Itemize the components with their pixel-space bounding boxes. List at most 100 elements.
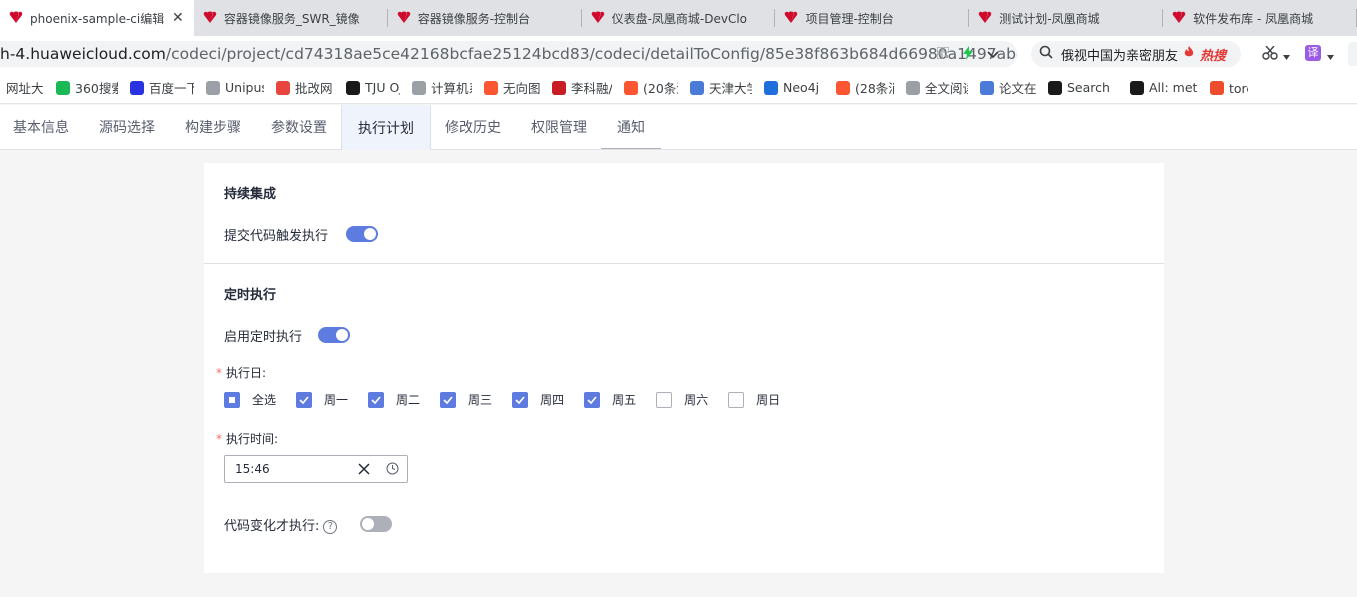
bookmark-label: 网址大全 <box>6 81 44 96</box>
browser-tab-title: 软件发布库 - 凤凰商城 <box>1193 11 1314 26</box>
qr-code-icon[interactable] <box>936 46 950 63</box>
url-path: /codeci/project/cd74318ae5ce42168bcfae25… <box>165 45 1017 63</box>
day-checkbox-7[interactable]: 周日 <box>728 391 780 408</box>
tab-1[interactable]: 源码选择 <box>83 105 171 149</box>
checkbox-box[interactable] <box>512 391 529 408</box>
toolbar-overflow[interactable] <box>1348 42 1357 66</box>
browser-tab[interactable]: 测试计划-凤凰商城 <box>969 0 1164 36</box>
tab-3[interactable]: 参数设置 <box>255 105 343 149</box>
commit-trigger-label: 提交代码触发执行 <box>224 229 329 244</box>
bookmark-item[interactable]: Search <box>1042 76 1124 100</box>
browser-tab[interactable]: 容器镜像服务_SWR_镜像 <box>194 0 388 36</box>
u-icon <box>980 80 994 95</box>
help-icon[interactable]: ? <box>323 519 338 534</box>
checkbox-box[interactable] <box>368 391 385 408</box>
tab-0[interactable]: 基本信息 <box>0 105 85 149</box>
bookmark-item[interactable]: 全文阅读 <box>900 76 974 100</box>
checkbox-box[interactable] <box>224 391 240 408</box>
check-icon <box>515 395 525 404</box>
browser-tab[interactable]: 容器镜像服务-控制台 <box>388 0 582 36</box>
doc-icon <box>906 80 920 95</box>
tab-6[interactable]: 权限管理 <box>515 105 603 149</box>
bookmark-item[interactable]: (28条消 <box>830 76 900 100</box>
day-checkbox-5[interactable]: 周五 <box>584 391 636 408</box>
checkbox-box[interactable] <box>656 391 673 408</box>
bookmark-label: Unipus <box>225 80 264 95</box>
bookmark-label: torch官 <box>1229 81 1248 96</box>
clear-icon[interactable] <box>357 462 371 476</box>
browser-tab-title: 容器镜像服务-控制台 <box>417 11 531 26</box>
address-bar[interactable]: h-4.huaweicloud.com/codeci/project/cd743… <box>0 41 1017 67</box>
day-checkbox-1[interactable]: 周一 <box>296 391 348 408</box>
huawei-logo-icon <box>396 11 412 25</box>
check-icon <box>299 395 309 404</box>
bookmark-label: 计算机系 <box>431 81 472 96</box>
bookmark-item[interactable]: 360搜索 <box>50 76 124 100</box>
bookmark-item[interactable]: All: metr <box>1124 76 1204 100</box>
bookmark-label: 无向图的 <box>503 81 540 96</box>
time-picker-input[interactable]: 15:46 <box>224 455 408 483</box>
bookmark-item[interactable]: 百度一下 <box>124 76 200 100</box>
github-icon <box>1048 80 1062 95</box>
bookmark-label: 批改网 <box>295 81 333 96</box>
close-icon[interactable]: ✕ <box>170 10 186 26</box>
chevron-down-icon[interactable] <box>1327 48 1334 64</box>
toggle-knob <box>362 518 374 530</box>
lightning-icon[interactable] <box>963 46 973 64</box>
scissors-icon[interactable] <box>1262 45 1278 64</box>
time-field-label: * 执行时间: <box>216 430 278 447</box>
day-checkbox-3[interactable]: 周三 <box>440 391 492 408</box>
required-marker: * <box>216 366 222 380</box>
browser-tab[interactable]: 项目管理-控制台 <box>775 0 970 36</box>
translate-icon[interactable]: 译 <box>1305 45 1321 61</box>
code-change-toggle[interactable] <box>360 516 392 532</box>
csdn-icon <box>624 80 638 95</box>
tab-2[interactable]: 构建步骤 <box>169 105 257 149</box>
bookmark-item[interactable]: Neo4j B <box>758 76 830 100</box>
bookmark-item[interactable]: (20条消 <box>618 76 684 100</box>
bookmark-item[interactable]: 论文在线 <box>974 76 1042 100</box>
bookmark-item[interactable]: torch官 <box>1204 76 1254 100</box>
bookmark-label: (20条消 <box>643 81 678 96</box>
required-marker: * <box>216 432 222 446</box>
day-checkbox-4[interactable]: 周四 <box>512 391 564 408</box>
bookmark-item[interactable]: Unipus <box>200 76 270 100</box>
day-label: 周六 <box>684 393 709 407</box>
browser-tab[interactable]: 仪表盘-凤凰商城-DevClo <box>582 0 776 36</box>
commit-trigger-toggle[interactable] <box>346 226 378 242</box>
bookmark-label: Search <box>1067 80 1110 95</box>
day-checkbox-6[interactable]: 周六 <box>656 391 708 408</box>
page-icon <box>412 80 426 95</box>
bookmark-label: TJU OJ <box>365 80 400 95</box>
checkbox-box[interactable] <box>440 391 457 408</box>
tab-5[interactable]: 修改历史 <box>429 105 517 149</box>
checkbox-box[interactable] <box>728 391 745 408</box>
search-icon <box>1039 45 1053 63</box>
enable-schedule-toggle[interactable] <box>318 327 350 343</box>
clock-icon[interactable] <box>386 462 399 475</box>
address-bar-icons <box>936 46 999 64</box>
browser-tab-title: 仪表盘-凤凰商城-DevClo <box>611 11 748 26</box>
bookmark-label: 论文在线 <box>999 81 1036 96</box>
browser-tab[interactable]: 软件发布库 - 凤凰商城 <box>1163 0 1357 36</box>
bookmark-item[interactable]: 计算机系 <box>406 76 478 100</box>
bookmark-item[interactable]: 无向图的 <box>478 76 546 100</box>
bookmark-item[interactable]: 网址大全 <box>0 76 50 100</box>
bookmark-item[interactable]: 批改网 <box>270 76 340 100</box>
checkbox-box[interactable] <box>584 391 601 408</box>
chevron-down-icon[interactable] <box>987 48 999 63</box>
bookmark-item[interactable]: TJU OJ <box>340 76 406 100</box>
bookmark-item[interactable]: 天津大学 <box>684 76 758 100</box>
search-box[interactable]: 俄视中国为亲密朋友 热搜 <box>1031 41 1241 67</box>
day-checkbox-group: 全选 周一 周二 周三 周四 周五 周六 周日 <box>224 391 800 408</box>
day-checkbox-2[interactable]: 周二 <box>368 391 420 408</box>
torch-icon <box>1210 80 1224 95</box>
browser-tab[interactable]: phoenix-sample-ci编辑 ✕ <box>0 0 194 36</box>
tab-7[interactable]: 通知 <box>601 105 661 149</box>
tab-4[interactable]: 执行计划 <box>341 105 431 150</box>
chevron-down-icon[interactable] <box>1283 48 1290 64</box>
day-checkbox-0[interactable]: 全选 <box>224 391 276 408</box>
bookmark-item[interactable]: 李科融/I <box>546 76 618 100</box>
checkbox-box[interactable] <box>296 391 313 408</box>
csdn-icon <box>836 80 850 95</box>
